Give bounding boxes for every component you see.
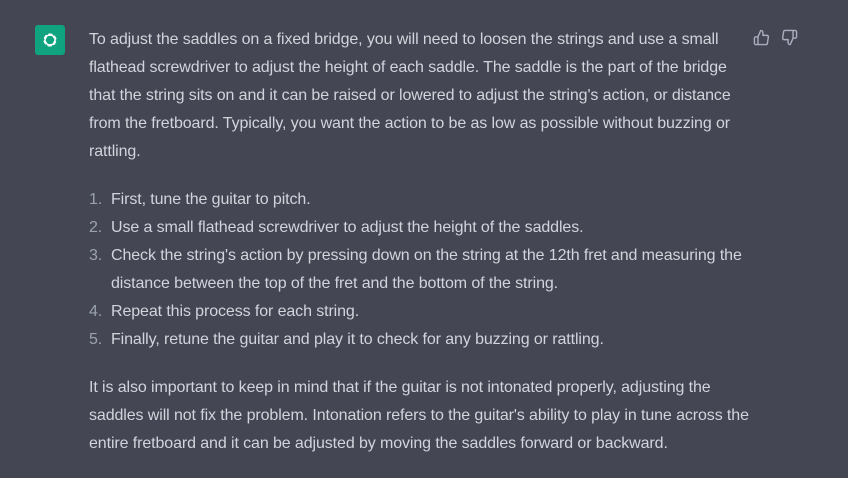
list-item-text: First, tune the guitar to pitch. [111,191,311,208]
list-item-text: Check the string's action by pressing do… [111,247,742,292]
list-item: 1. First, tune the guitar to pitch. [89,186,749,214]
intro-paragraph: To adjust the saddles on a fixed bridge,… [89,31,731,160]
outro-paragraph: It is also important to keep in mind tha… [89,379,749,452]
assistant-message-row: To adjust the saddles on a fixed bridge,… [0,0,848,478]
openai-logo-icon [43,33,57,47]
list-item-number: 2. [89,219,103,236]
list-item-number: 4. [89,303,103,320]
list-item: 5. Finally, retune the guitar and play i… [89,326,749,354]
thumbs-up-icon [753,29,769,45]
thumbs-down-button[interactable] [780,28,798,46]
thumbs-down-icon [781,29,797,45]
message-content: To adjust the saddles on a fixed bridge,… [89,26,749,458]
list-item-text: Finally, retune the guitar and play it t… [111,331,604,348]
list-item-number: 3. [89,247,103,264]
steps-list: 1. First, tune the guitar to pitch. 2. U… [89,186,749,354]
assistant-avatar [35,25,65,55]
thumbs-up-button[interactable] [752,28,770,46]
list-item-text: Repeat this process for each string. [111,303,360,320]
list-item: 2. Use a small flathead screwdriver to a… [89,214,749,242]
list-item: 4. Repeat this process for each string. [89,298,749,326]
list-item: 3. Check the string's action by pressing… [89,242,749,298]
feedback-actions [752,28,798,46]
list-item-number: 1. [89,191,103,208]
list-item-text: Use a small flathead screwdriver to adju… [111,219,584,236]
list-item-number: 5. [89,331,103,348]
